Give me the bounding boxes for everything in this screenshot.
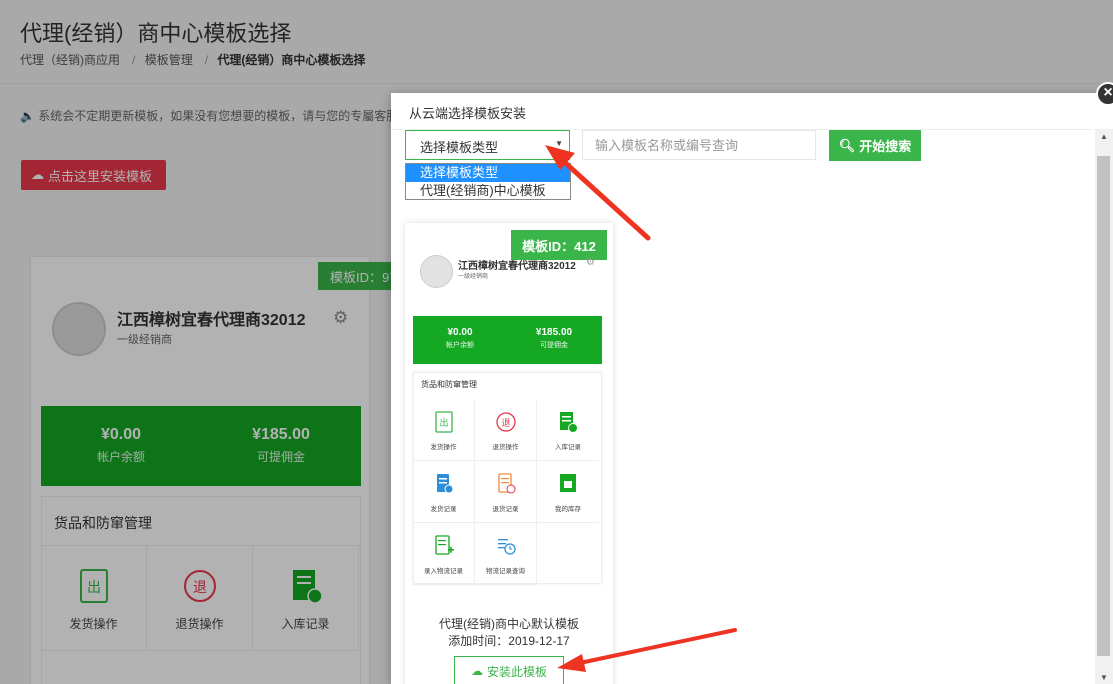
search-icon: 🔍︎ xyxy=(838,137,856,153)
ship-icon: 出 xyxy=(434,411,453,433)
template-date: 添加时间：2019-12-17 xyxy=(448,634,570,648)
return-record-icon xyxy=(497,473,515,494)
op-label: 物流记录查询 xyxy=(486,568,525,575)
template-type-dropdown: 选择模板类型 代理(经销商)中心模板 xyxy=(405,163,571,200)
commission-amount: ¥185.00 xyxy=(535,327,573,338)
balance-panel: ¥0.00 帐户余额 ¥185.00 可提佣金 xyxy=(413,316,602,364)
op-label: 发货记录 xyxy=(430,506,457,513)
op-label: 退货操作 xyxy=(492,444,519,451)
return-record: 退货记录 xyxy=(475,461,537,523)
install-this-template-button[interactable]: ☁ 安装此模板 xyxy=(454,656,564,684)
svg-text:退: 退 xyxy=(501,418,510,429)
my-inventory: 我的库存 xyxy=(537,461,599,523)
scroll-up-icon[interactable]: ▲ xyxy=(1100,132,1108,141)
template-id-badge: 模板ID：412 xyxy=(511,230,607,260)
template-search-input[interactable] xyxy=(582,130,816,160)
op-label: 发货操作 xyxy=(430,444,457,451)
op-label: 退货记录 xyxy=(492,506,519,513)
ship-record-icon xyxy=(436,474,453,494)
gear-icon: ⚙ xyxy=(586,257,595,268)
logistics-query: 物流记录查询 xyxy=(475,523,537,585)
section-title: 货品和防窜管理 xyxy=(421,380,477,389)
op-label: 入库记录 xyxy=(555,444,581,451)
template-type-select[interactable]: 选择模板类型 ▼ xyxy=(405,130,570,160)
stock-in-record: 入库记录 xyxy=(537,399,599,461)
scroll-down-icon[interactable]: ▼ xyxy=(1100,673,1108,682)
op-label: 录入物流记录 xyxy=(424,568,463,575)
commission-label: 可提佣金 xyxy=(540,342,568,349)
ship-record: 发货记录 xyxy=(413,461,475,523)
return-icon: 退 xyxy=(495,412,516,432)
logistics-entry: 录入物流记录 xyxy=(413,523,475,585)
shop-level: 一级经销商 xyxy=(458,274,489,280)
dropdown-option[interactable]: 代理(经销商)中心模板 xyxy=(406,182,570,200)
shop-name: 江西樟树宜春代理商32012 xyxy=(458,261,576,272)
stock-in-icon xyxy=(560,412,578,433)
ship-operation: 出 发货操作 xyxy=(413,399,475,461)
logistics-query-icon xyxy=(497,539,516,555)
avatar xyxy=(420,255,453,288)
scrollbar-thumb[interactable] xyxy=(1097,156,1110,656)
template-name: 代理(经销)商中心默认模板 xyxy=(439,617,579,631)
search-button[interactable]: 🔍︎ 开始搜索 xyxy=(829,130,921,161)
balance-label: 帐户余额 xyxy=(446,342,474,349)
cloud-download-icon: ☁ xyxy=(470,664,483,678)
cloud-template-modal: 从云端选择模板安装 选择模板类型 ▼ 选择模板类型 代理(经销商)中心模板 🔍︎… xyxy=(391,93,1113,684)
search-button-label: 开始搜索 xyxy=(859,139,912,154)
balance-amount: ¥0.00 xyxy=(447,327,473,338)
select-value: 选择模板类型 xyxy=(420,140,499,155)
install-this-template-label: 安装此模板 xyxy=(486,664,547,679)
return-operation: 退 退货操作 xyxy=(475,399,537,461)
modal-title: 从云端选择模板安装 xyxy=(409,106,527,121)
caret-down-icon: ▼ xyxy=(555,139,563,148)
inventory-icon xyxy=(560,474,576,492)
op-label: 我的库存 xyxy=(555,506,581,513)
svg-text:出: 出 xyxy=(439,417,448,429)
scrollbar[interactable]: ▲ ▼ xyxy=(1095,130,1113,684)
close-icon[interactable]: × xyxy=(1096,82,1113,106)
logistics-entry-icon xyxy=(434,535,454,555)
dropdown-option[interactable]: 选择模板类型 xyxy=(406,164,570,182)
